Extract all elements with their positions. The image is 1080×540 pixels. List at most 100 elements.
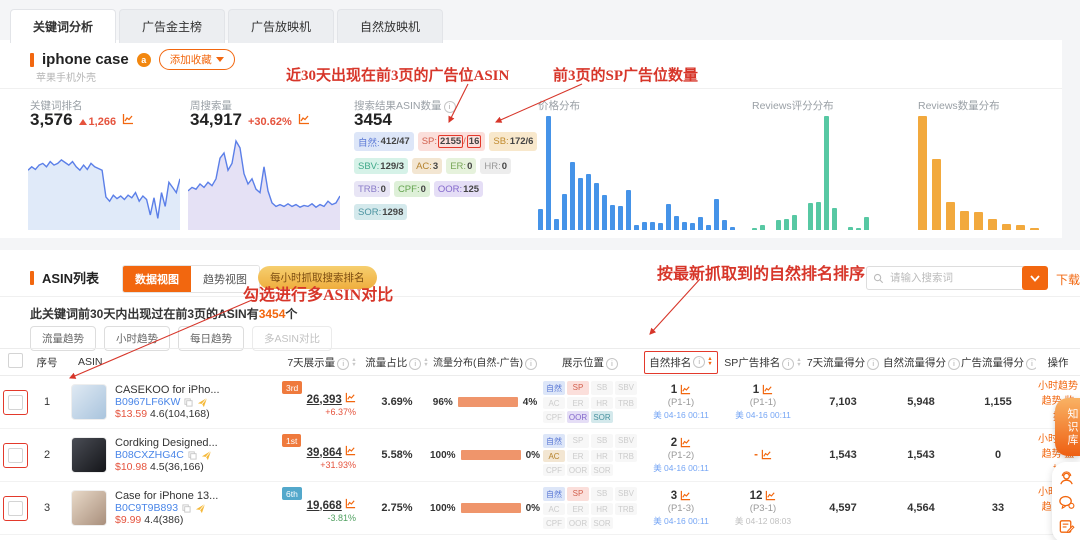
position-tag: SBV: [615, 487, 637, 501]
position-tag: SP: [567, 434, 589, 448]
col-asin: ASIN: [64, 348, 280, 376]
info-icon[interactable]: [443, 101, 456, 113]
annotation-box: 自然排名: [644, 350, 718, 374]
product-image[interactable]: [71, 490, 107, 526]
trend-chart-icon[interactable]: [345, 498, 356, 509]
sort-icon[interactable]: [796, 358, 801, 368]
info-icon[interactable]: [1026, 357, 1036, 370]
expand-search-button[interactable]: [1022, 266, 1048, 290]
natural-pct: 96%: [432, 396, 453, 408]
col-impressions[interactable]: 7天展示量: [280, 348, 364, 376]
position-tag: SP: [567, 487, 589, 501]
trend-chart-icon[interactable]: [122, 113, 134, 125]
asin-type-tag: SOR: 1298: [354, 204, 408, 220]
copy-icon[interactable]: [182, 503, 191, 513]
summary-count: 3454: [258, 307, 286, 321]
keyword-subtitle: 苹果手机外壳: [36, 73, 96, 84]
tab-ad-sponsors[interactable]: 广告金主榜: [119, 9, 226, 43]
info-icon[interactable]: [782, 357, 795, 370]
sort-icon[interactable]: [351, 358, 356, 368]
keyword-title: iphone case: [42, 51, 129, 68]
add-favorite-button[interactable]: 添加收藏: [158, 49, 235, 70]
copy-icon[interactable]: [188, 450, 197, 460]
select-all-checkbox[interactable]: [7, 353, 23, 368]
accent-bar: [30, 270, 34, 285]
info-icon[interactable]: [867, 357, 880, 370]
position-tag: HR: [591, 503, 613, 515]
trend-chart-icon[interactable]: [762, 384, 773, 395]
trend-chart-icon[interactable]: [345, 445, 356, 456]
position-tag: SBV: [615, 434, 637, 448]
tab-organic-projector[interactable]: 自然放映机: [337, 9, 444, 43]
knowledge-base-button[interactable]: 知识库: [1055, 398, 1080, 456]
info-icon[interactable]: [693, 356, 706, 368]
copy-icon[interactable]: [184, 397, 193, 407]
info-icon[interactable]: [409, 357, 422, 370]
info-icon[interactable]: [337, 357, 350, 370]
split-bar: [460, 503, 521, 513]
product-title[interactable]: CASEKOO for iPho...: [115, 384, 265, 396]
tab-keyword-analysis[interactable]: 关键词分析: [10, 9, 117, 43]
search-input[interactable]: [888, 271, 1002, 285]
product-title[interactable]: Case for iPhone 13...: [115, 490, 265, 502]
customer-service-icon[interactable]: [1058, 470, 1075, 487]
position-tag: AC: [543, 397, 565, 409]
side-toolbar: [1052, 462, 1080, 540]
trend-chart-icon[interactable]: [765, 490, 776, 501]
info-icon[interactable]: [606, 357, 618, 370]
score-natural: 5,948: [882, 375, 960, 429]
sort-icon[interactable]: [423, 358, 428, 368]
product-image[interactable]: [71, 384, 107, 420]
impressions-value[interactable]: 19,668: [307, 500, 342, 512]
info-icon[interactable]: [525, 358, 537, 370]
info-icon[interactable]: [948, 357, 960, 370]
col-natural-rank[interactable]: 自然排名: [640, 348, 722, 376]
product-title[interactable]: Cordking Designed...: [115, 437, 265, 449]
trend-chart-icon[interactable]: [680, 490, 691, 501]
position-tag: SOR: [591, 411, 613, 423]
col-sp-rank[interactable]: SP广告排名: [722, 348, 804, 376]
product-image[interactable]: [71, 437, 107, 473]
hour-trend-link[interactable]: 小时趋势: [1037, 379, 1079, 395]
annotation-natural-sort: 按最新抓取到的自然排名排序: [657, 266, 866, 283]
impressions-value[interactable]: 26,393: [307, 394, 342, 406]
rocket-icon[interactable]: [201, 450, 212, 461]
asin-link[interactable]: B0C9T9B893: [115, 502, 178, 514]
natural-pct: 100%: [429, 449, 456, 461]
row-checkbox[interactable]: [7, 500, 23, 516]
col-share[interactable]: 流量占比: [364, 348, 430, 376]
annotation-box: 16: [466, 135, 482, 148]
tab-data-view[interactable]: 数据视图: [123, 266, 191, 292]
rocket-icon[interactable]: [195, 503, 206, 514]
position-tag: AC: [543, 450, 565, 462]
row-checkbox[interactable]: [7, 447, 23, 463]
asin-table: 序号 ASIN 7天展示量 流量占比 流量分布(自然-广告) 展示位置 自然排名…: [0, 348, 1080, 540]
keyword-badge-icon[interactable]: a: [136, 52, 151, 67]
chat-icon[interactable]: [1058, 494, 1075, 511]
split-bar: [460, 450, 521, 460]
position-tag: 自然: [543, 434, 565, 448]
trend-chart-icon[interactable]: [298, 113, 310, 125]
asin-link[interactable]: B08CXZHG4C: [115, 449, 184, 461]
sort-icon[interactable]: [707, 357, 712, 367]
score-7day: 4,597: [804, 481, 882, 535]
position-tag: SB: [591, 487, 613, 501]
asin-type-tag: TRB: 0: [354, 181, 390, 197]
asin-type-tag: SBV: 129/3: [354, 158, 409, 174]
row-checkbox[interactable]: [7, 394, 23, 410]
position-tag: HR: [591, 450, 613, 462]
annotation-box: 2155: [438, 135, 464, 148]
impressions-value[interactable]: 39,864: [307, 447, 342, 459]
feedback-form-icon[interactable]: [1058, 518, 1075, 535]
trend-chart-icon[interactable]: [345, 392, 356, 403]
trend-chart-icon[interactable]: [680, 437, 691, 448]
score-ad: 0: [960, 428, 1036, 482]
asin-link[interactable]: B0967LF6KW: [115, 396, 180, 408]
download-button[interactable]: 下载: [1056, 271, 1080, 288]
trend-chart-icon[interactable]: [761, 449, 772, 460]
tab-ad-projector[interactable]: 广告放映机: [228, 9, 335, 43]
rocket-icon[interactable]: [197, 397, 208, 408]
trend-chart-icon[interactable]: [680, 384, 691, 395]
split-bar: [457, 397, 518, 407]
position-tag: 自然: [543, 381, 565, 395]
